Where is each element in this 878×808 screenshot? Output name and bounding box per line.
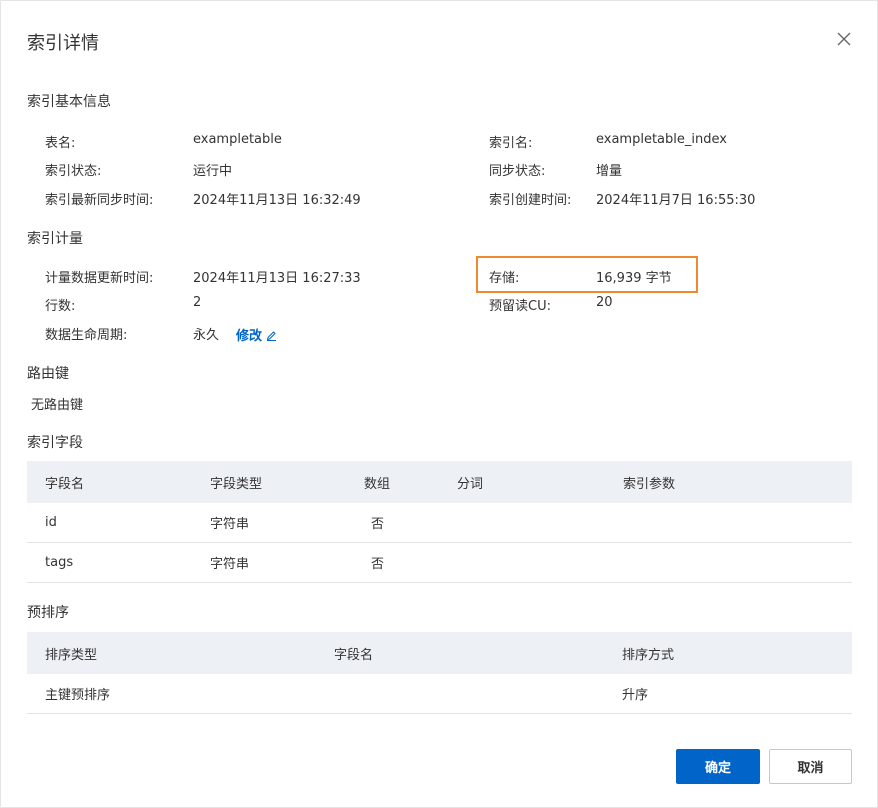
rows-value: 2 — [193, 295, 202, 310]
dialog-title: 索引详情 — [27, 33, 99, 54]
last-sync-value: 2024年11月13日 16:32:49 — [193, 193, 361, 208]
col-field-name: 字段名 — [45, 476, 85, 492]
reserved-cu-value: 20 — [596, 295, 613, 310]
sort-order-cell: 升序 — [622, 688, 649, 703]
sync-status-value: 增量 — [596, 164, 623, 179]
reserved-cu-label: 预留读CU: — [489, 299, 551, 314]
col-index-params: 索引参数 — [623, 476, 676, 492]
storage-label: 存储: — [489, 271, 520, 286]
storage-value: 16,939 字节 — [596, 271, 672, 286]
table-row: 主键预排序 升序 — [27, 674, 852, 714]
routing-value: 无路由键 — [31, 398, 84, 413]
field-name-cell: id — [45, 515, 57, 530]
rows-label: 行数: — [45, 299, 76, 314]
presort-table-header: 排序类型 字段名 排序方式 — [27, 632, 852, 674]
sort-type-cell: 主键预排序 — [45, 688, 111, 703]
last-sync-label: 索引最新同步时间: — [45, 193, 154, 208]
field-array-cell: 否 — [371, 517, 385, 532]
table-name-label: 表名: — [45, 136, 76, 151]
index-name-label: 索引名: — [489, 136, 533, 151]
fields-table-header: 字段名 字段类型 数组 分词 索引参数 — [27, 461, 852, 503]
col-sort-type: 排序类型 — [45, 647, 98, 663]
index-status-value: 运行中 — [193, 164, 233, 179]
col-tokenize: 分词 — [457, 476, 484, 492]
presort-title: 预排序 — [27, 605, 69, 621]
field-type-cell: 字符串 — [210, 557, 250, 572]
field-name-cell: tags — [45, 555, 74, 570]
basic-info-title: 索引基本信息 — [27, 94, 111, 110]
table-row: tags 字符串 否 — [27, 543, 852, 583]
index-status-label: 索引状态: — [45, 164, 102, 179]
confirm-button[interactable]: 确定 — [676, 749, 760, 784]
ttl-label: 数据生命周期: — [45, 328, 128, 343]
table-name-value: exampletable — [193, 132, 282, 147]
ttl-value: 永久 — [193, 328, 220, 343]
field-array-cell: 否 — [371, 557, 385, 572]
created-time-label: 索引创建时间: — [489, 193, 572, 208]
routing-title: 路由键 — [27, 366, 69, 382]
fields-title: 索引字段 — [27, 435, 83, 451]
metering-title: 索引计量 — [27, 231, 83, 247]
col-sort-order: 排序方式 — [622, 647, 675, 663]
edit-ttl-link[interactable]: 修改 — [236, 325, 277, 344]
fields-table: 字段名 字段类型 数组 分词 索引参数 id 字符串 否 tags 字符串 否 — [27, 461, 852, 583]
col-field-type: 字段类型 — [210, 476, 263, 492]
col-sort-field: 字段名 — [334, 647, 374, 663]
index-details-dialog: 索引详情 索引基本信息 表名: exampletable 索引名: exampl… — [0, 0, 878, 808]
sync-status-label: 同步状态: — [489, 164, 546, 179]
created-time-value: 2024年11月7日 16:55:30 — [596, 193, 756, 208]
presort-table: 排序类型 字段名 排序方式 主键预排序 升序 — [27, 632, 852, 714]
field-type-cell: 字符串 — [210, 517, 250, 532]
edit-icon — [266, 331, 277, 341]
metering-update-label: 计量数据更新时间: — [45, 271, 154, 286]
close-icon[interactable] — [835, 30, 853, 48]
table-row: id 字符串 否 — [27, 503, 852, 543]
cancel-button[interactable]: 取消 — [769, 749, 852, 784]
index-name-value: exampletable_index — [596, 132, 727, 147]
metering-update-value: 2024年11月13日 16:27:33 — [193, 271, 361, 286]
edit-ttl-link-label: 修改 — [236, 329, 263, 344]
col-array: 数组 — [364, 476, 391, 492]
